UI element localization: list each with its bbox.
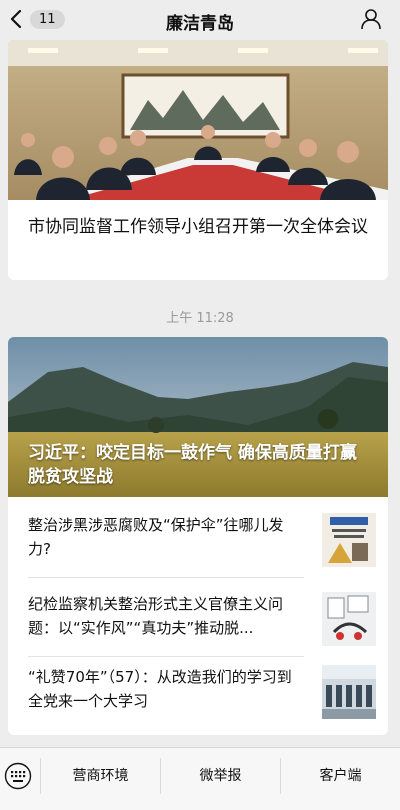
hero-article-title: 习近平：咬定目标一鼓作气 确保高质量打赢脱贫攻坚战 — [28, 443, 357, 487]
list-divider — [28, 577, 304, 578]
list-item[interactable]: “礼赞70年”（57）：从改造我们的学习到全党来一个大学习 — [28, 665, 388, 735]
article-thumbnail — [322, 592, 376, 646]
hero-article[interactable]: 习近平：咬定目标一鼓作气 确保高质量打赢脱贫攻坚战 — [8, 337, 388, 497]
message-timestamp: 上午 11:28 — [166, 311, 234, 326]
list-item[interactable]: 整治涉黑涉恶腐败及“保护伞”往哪儿发力? — [28, 513, 388, 585]
keyboard-icon — [4, 762, 32, 790]
menu-item-client[interactable]: 客户端 — [281, 748, 400, 810]
article-headline[interactable]: 市协同监督工作领导小组召开第一次全体会议 — [8, 200, 388, 240]
top-nav-bar: 11 廉洁青岛 — [0, 0, 400, 38]
list-divider — [28, 656, 304, 657]
profile-button[interactable] — [360, 8, 382, 34]
list-item-title: 整治涉黑涉恶腐败及“保护伞”往哪儿发力? — [28, 516, 284, 558]
article-card-meeting[interactable]: 市协同监督工作领导小组召开第一次全体会议 — [8, 40, 388, 280]
keyboard-toggle-button[interactable] — [4, 762, 32, 794]
article-card-group: 习近平：咬定目标一鼓作气 确保高质量打赢脱贫攻坚战 整治涉黑涉恶腐败及“保护伞”… — [8, 337, 388, 735]
article-thumbnail — [322, 665, 376, 719]
meeting-photo — [8, 40, 388, 200]
list-item-title: “礼赞70年”（57）：从改造我们的学习到全党来一个大学习 — [28, 668, 292, 710]
person-icon — [361, 9, 381, 30]
bottom-menu-bar: 营商环境 微举报 客户端 — [0, 747, 400, 810]
menu-item-business-environment[interactable]: 营商环境 — [41, 748, 160, 810]
article-thumbnail — [322, 513, 376, 567]
list-item[interactable]: 纪检监察机关整治形式主义官僚主义问题：以“实作风”“真功夫”推动脱... — [28, 592, 388, 664]
list-item-title: 纪检监察机关整治形式主义官僚主义问题：以“实作风”“真功夫”推动脱... — [28, 595, 284, 637]
account-title: 廉洁青岛 — [166, 14, 234, 34]
menu-item-micro-report[interactable]: 微举报 — [161, 748, 280, 810]
